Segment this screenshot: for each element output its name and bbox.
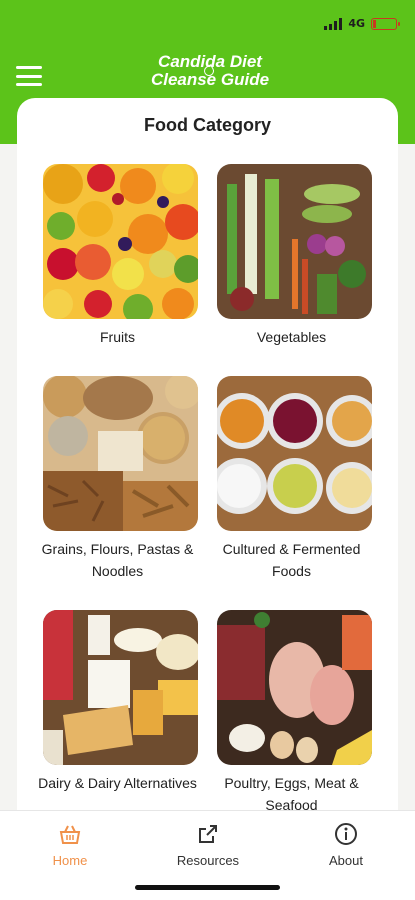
status-bar: 4G (0, 0, 415, 44)
nav-resources[interactable]: Resources (163, 821, 253, 868)
nav-about-label: About (329, 853, 363, 868)
category-label-dairy: Dairy & Dairy Alternatives (38, 775, 197, 791)
external-link-icon (163, 821, 253, 847)
fruits-image (43, 164, 198, 319)
category-card: Food Category Fruits Vegetables Grains, … (17, 98, 398, 810)
home-basket-icon (25, 821, 115, 847)
menu-button[interactable] (16, 66, 42, 86)
nav-about[interactable]: About (301, 821, 391, 868)
battery-icon (371, 17, 400, 30)
category-label-fruits: Fruits (100, 329, 135, 345)
home-indicator (135, 885, 280, 890)
category-label-protein: Poultry, Eggs, Meat & Seafood (224, 775, 359, 810)
status-indicators: 4G (324, 17, 400, 30)
network-label: 4G (348, 17, 365, 30)
category-label-fermented: Cultured & Fermented Foods (222, 541, 361, 579)
nav-resources-label: Resources (176, 853, 240, 868)
page-title: Food Category (143, 115, 271, 135)
dairy-image (43, 610, 198, 765)
nav-home[interactable]: Home (25, 821, 115, 868)
vegetables-image (217, 164, 372, 319)
app-logo: Candida Diet Cleanse Guide (145, 53, 275, 89)
protein-image (217, 610, 372, 765)
category-label-grains: Grains, Flours, Pastas & Noodles (41, 541, 194, 579)
signal-icon (324, 17, 343, 30)
category-label-vegetables: Vegetables (256, 329, 327, 345)
fermented-image (217, 376, 372, 531)
nav-home-label: Home (52, 853, 88, 868)
grains-image (43, 376, 198, 531)
info-icon (301, 821, 391, 847)
